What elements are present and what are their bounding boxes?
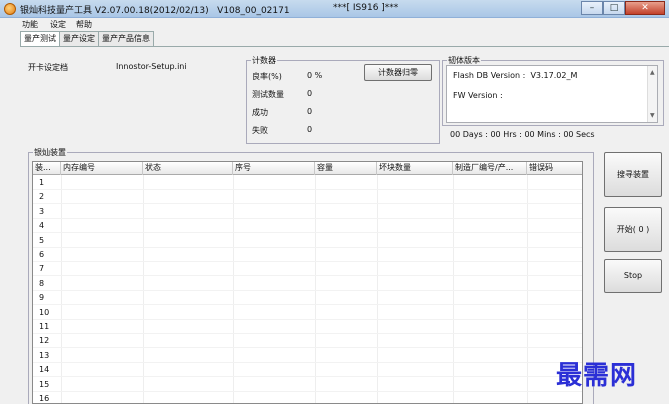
menu-help[interactable]: 帮助 [76,19,92,30]
tab-production-test[interactable]: 量产测试 [20,31,60,46]
column-header[interactable]: 坏块数量 [377,162,453,175]
device-list-header: 装... 内存编号 状态 序号 容量 坏块数量 制造厂编号/产... 错误码 [33,162,582,175]
counter-title: 计数器 [251,55,277,66]
row-number: 10 [39,308,50,317]
tab-production-settings[interactable]: 量产设定 [59,31,99,46]
firmware-version-box[interactable]: Flash DB Version : V3.17.02_M FW Version… [446,65,658,123]
fw-version: FW Version : [453,91,503,100]
row-number: 5 [39,236,45,245]
column-header[interactable]: 装... [33,162,61,175]
table-row[interactable]: 13 [33,349,582,363]
menu-function[interactable]: 功能 [22,19,38,30]
row-number: 14 [39,365,50,374]
counter-value-tested: 0 [307,89,313,98]
maximize-icon[interactable]: □ [603,1,625,15]
tab-product-info[interactable]: 量产产品信息 [98,31,154,46]
setting-file-label: 开卡设定档 [28,63,68,72]
row-number: 4 [39,221,45,230]
row-number: 11 [39,322,50,331]
elapsed-time: 00 Days : 00 Hrs : 00 Mins : 00 Secs [450,130,595,139]
counter-reset-button[interactable]: 计数器归零 [364,64,432,81]
flash-db-version: Flash DB Version : V3.17.02_M [453,71,578,80]
table-row[interactable]: 5 [33,234,582,248]
version-scrollbar[interactable]: ▲ ▼ [647,66,657,122]
counter-label-tested: 测试数量 [252,90,284,99]
setting-file-value: Innostor-Setup.ini [116,62,187,71]
stop-button[interactable]: Stop [604,259,662,293]
counter-label-fail: 失败 [252,126,268,135]
table-row[interactable]: 14 [33,363,582,377]
table-row[interactable]: 15 [33,378,582,392]
row-number: 16 [39,394,50,403]
row-number: 9 [39,293,45,302]
column-header[interactable]: 序号 [233,162,315,175]
tab-divider [20,46,669,47]
column-header[interactable]: 状态 [143,162,233,175]
row-number: 12 [39,336,50,345]
start-button[interactable]: 开始( 0 ) [604,207,662,252]
counter-value-success: 0 [307,107,313,116]
search-device-button[interactable]: 搜寻装置 [604,152,662,197]
column-header[interactable]: 容量 [315,162,377,175]
table-row[interactable]: 8 [33,277,582,291]
row-number: 7 [39,264,45,273]
device-list[interactable]: 装... 内存编号 状态 序号 容量 坏块数量 制造厂编号/产... 错误码 1… [32,161,583,404]
table-row[interactable]: 4 [33,219,582,233]
counter-value-fail: 0 [307,125,313,134]
table-row[interactable]: 1 [33,176,582,190]
column-header[interactable]: 内存编号 [61,162,143,175]
devices-title: 银灿装置 [33,147,67,158]
window-title-chip: ***[ IS916 ]*** [333,3,399,13]
row-number: 13 [39,351,50,360]
table-row[interactable]: 11 [33,320,582,334]
column-header[interactable]: 错误码 [527,162,582,175]
table-row[interactable]: 12 [33,334,582,348]
table-row[interactable]: 16 [33,392,582,403]
window-controls: – □ ✕ [581,1,665,15]
app-logo-icon [4,3,16,15]
tab-bar: 量产测试 量产设定 量产产品信息 [20,31,154,46]
window-title: 银灿科技量产工具 V2.07.00.18(2012/02/13) V108_00… [20,6,290,16]
table-row[interactable]: 3 [33,205,582,219]
title-bar: 银灿科技量产工具 V2.07.00.18(2012/02/13) V108_00… [0,0,669,18]
minimize-icon[interactable]: – [581,1,603,15]
table-row[interactable]: 10 [33,306,582,320]
table-row[interactable]: 7 [33,262,582,276]
row-number: 2 [39,192,45,201]
scroll-down-icon[interactable]: ▼ [650,112,655,119]
table-row[interactable]: 2 [33,190,582,204]
table-row[interactable]: 6 [33,248,582,262]
menu-bar: 功能 设定 帮助 [0,18,669,30]
column-header[interactable]: 制造厂编号/产... [453,162,527,175]
watermark: 最需网 [556,361,638,391]
counter-label-yield: 良率(%) [252,72,282,81]
table-row[interactable]: 9 [33,291,582,305]
scroll-up-icon[interactable]: ▲ [650,69,655,76]
row-number: 6 [39,250,45,259]
row-number: 1 [39,178,45,187]
row-number: 3 [39,207,45,216]
counter-value-yield: 0 % [307,71,323,80]
row-number: 15 [39,380,50,389]
counter-label-success: 成功 [252,108,268,117]
menu-settings[interactable]: 设定 [50,19,66,30]
close-icon[interactable]: ✕ [625,1,665,15]
row-number: 8 [39,279,45,288]
